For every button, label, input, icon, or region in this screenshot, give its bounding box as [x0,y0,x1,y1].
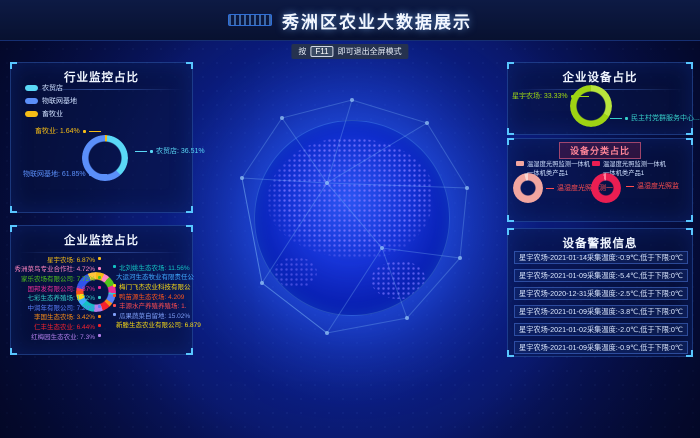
fullscreen-tip: 按 F11 即可退出全屏模式 [291,44,408,59]
globe-mesh [222,88,482,348]
chart-callout: 农贸店: 36.51% [135,146,205,156]
alarm-item: 星宇农场-2021-01-09采集温度:-3.8℃,低于下限:0℃ [514,305,688,318]
legend-swatch [25,98,38,104]
pie-label: 仁丰生态农业: 6.44% [13,321,101,331]
alarm-item: 星宇农场-2021-01-09采集温度:-5.4℃,低于下限:0℃ [514,269,688,282]
f11-key: F11 [310,46,333,57]
classify-donut-right[interactable] [591,173,621,203]
panel-enterprise-monitor-ratio: 企业监控占比 星宇农场: 6.87% 秀洲菜鸟专业合作社: 4.72% 家乐农场… [10,225,193,355]
alarm-item: 星宇农场-2021-01-09采集温度:-0.9℃,低于下限:0℃ [514,341,688,354]
page-title: 秀洲区农业大数据展示 [282,8,472,33]
pie-label: 新塍生态农业有限公司: 6.879 [113,320,193,330]
chart-callout: 物联网基地: 61.85% [23,169,107,179]
pie-label: 鸭苗源生态农场: 4.209 [113,291,193,301]
legend-item[interactable]: 温湿度光照监测一体机 [592,159,666,168]
pie-label: 李国生态农场: 3.42% [13,312,101,322]
pie-label: 丰源水产养殖养殖场: 1. [113,300,193,310]
tip-suffix: 即可退出全屏模式 [338,46,402,57]
panel-enterprise-device-ratio: 企业设备占比 星宇农场: 33.33% 民主村党群服务中心... [507,62,693,135]
legend-swatch [25,85,38,91]
pie-labels-left: 星宇农场: 6.87% 秀洲菜鸟专业合作社: 4.72% 家乐农场有限公司: 7… [13,254,101,340]
pie-label: 星宇农场: 6.87% [13,254,101,264]
alarm-item: 星宇农场-2020-12-31采集温度:-2.5℃,低于下限:0℃ [514,287,688,300]
panel-title: 设备警报信息 [508,229,692,251]
chart-callout: 民主村党群服务中心... [610,113,700,123]
classify-donut-left[interactable] [513,173,543,203]
legend-label: 农贸店 [42,83,63,93]
panel-title: 行业监控占比 [11,63,192,85]
panel-title: 企业监控占比 [11,226,192,248]
pie-label: 国邦发有限公司: 6.87% [13,283,101,293]
panel-title: 企业设备占比 [508,63,692,85]
pie-label: 北刘姚生态农场: 11.56% [113,262,193,272]
legend-label: 物联网基地 [42,96,77,106]
legend-item[interactable]: 温湿度光照监测一体机 [516,159,590,168]
chart-callout: 温湿度光照监 [626,181,679,191]
divider [19,252,184,253]
legend-item[interactable]: 物联网基地 [25,96,77,106]
tip-prefix: 按 [298,46,306,57]
alarm-item: 星宇农场-2021-01-02采集温度:-2.0℃,低于下限:0℃ [514,323,688,336]
header: 秀洲区农业大数据展示 [0,0,700,41]
legend-item[interactable]: 农贸店 [25,83,77,93]
panel-device-classify-ratio: 设备分类占比 温湿度光照监测一体机 一体机类产品1 温湿度光照监测一 温湿度光照… [507,138,693,222]
legend-label: 畜牧业 [42,109,63,119]
alarm-item: 星宇农场-2021-01-14采集温度:-0.9℃,低于下限:0℃ [514,251,688,264]
dashboard: 秀洲区农业大数据展示 按 F11 即可退出全屏模式 行业监控占比 农贸店 物联网… [0,0,700,438]
pie-label: 梅门飞杰农业科技有限公 [113,281,193,291]
pie-labels-right: 北刘姚生态农场: 11.56% 大运河生态牧业有限责任公 梅门飞杰农业科技有限公… [113,262,193,329]
alarm-list: 星宇农场-2021-01-14采集温度:-0.9℃,低于下限:0℃ 星宇农场-2… [514,251,688,354]
pie-label: 中润年有限公司: 7.29% [13,302,101,312]
pie-label: 大运河生态牧业有限责任公 [113,272,193,282]
panel-industry-ratio: 行业监控占比 农贸店 物联网基地 畜牧业 畜牧业: 1.64% [10,62,193,213]
chart-callout: 星宇农场: 33.33% [512,91,589,101]
pie-label: 秀洲菜鸟专业合作社: 4.72% [13,264,101,274]
panel-device-alarms: 设备警报信息 星宇农场-2021-01-14采集温度:-0.9℃,低于下限:0℃… [507,228,693,357]
industry-legend: 农贸店 物联网基地 畜牧业 [25,83,77,119]
chart-callout: 畜牧业: 1.64% [35,126,101,136]
pie-label: 瓜果蔬菜自留地: 15.02% [113,310,193,320]
legend-item[interactable]: 畜牧业 [25,109,77,119]
legend-swatch [25,111,38,117]
pie-label: 家乐农场有限公司: 7.72% [13,273,101,283]
pie-label: 七彩生态养殖场: 1.72% [13,292,101,302]
pie-label: 红梅园生态农业: 7.3% [13,331,101,341]
classify-chart-group: 温湿度光照监测一体机 一体机类产品1 温湿度光照监 [586,139,679,223]
logo-badge [228,14,272,26]
